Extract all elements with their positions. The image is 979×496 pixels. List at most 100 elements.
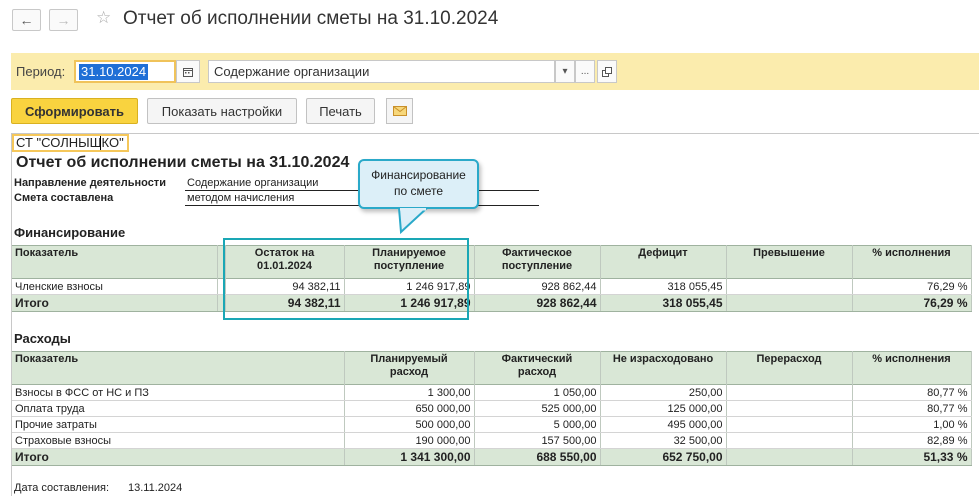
fin-header-balance: Остаток на 01.01.2024 — [225, 245, 345, 279]
footer-date: 13.11.2024 — [128, 482, 183, 494]
cell — [726, 432, 853, 449]
forward-arrow-icon: → — [56, 12, 71, 28]
cell: 1 300,00 — [344, 384, 475, 401]
cell: 125 000,00 — [600, 400, 727, 417]
open-icon — [602, 66, 612, 77]
footer-label: Дата составления: — [14, 482, 110, 494]
cell: Членские взносы — [12, 278, 218, 295]
cell: Итого — [12, 294, 218, 312]
table-row[interactable]: Страховые взносы 190 000,00 157 500,00 3… — [12, 432, 972, 449]
exp-header-actual: Фактический расход — [474, 351, 601, 385]
cell: 650 000,00 — [344, 400, 475, 417]
ellipsis-button[interactable]: ... — [575, 60, 595, 83]
fin-header-excess: Превышение — [726, 245, 853, 279]
meta-label-method: Смета составлена — [14, 192, 114, 204]
cell: Прочие затраты — [12, 416, 345, 433]
cell: 1 246 917,89 — [344, 278, 475, 295]
cell: 94 382,11 — [225, 294, 345, 312]
cell: 928 862,44 — [474, 278, 601, 295]
dropdown-button[interactable]: ▾ — [555, 60, 575, 83]
callout-line: Финансирование — [371, 168, 466, 182]
page-title: Отчет об исполнении сметы на 31.10.2024 — [123, 8, 499, 29]
cell: 1 341 300,00 — [344, 448, 475, 466]
table-row[interactable]: Взносы в ФСС от НС и ПЗ 1 300,00 1 050,0… — [12, 384, 972, 401]
expenses-section-title: Расходы — [14, 331, 71, 346]
cell: 688 550,00 — [474, 448, 601, 466]
send-email-button[interactable] — [386, 98, 413, 124]
fin-header-planned: Планируемое поступление — [344, 245, 475, 279]
calendar-icon — [183, 67, 193, 77]
expenses-table: Показатель Планируемый расход Фактически… — [12, 351, 972, 466]
fin-header-percent: % исполнения — [852, 245, 972, 279]
envelope-icon — [392, 106, 407, 116]
table-row[interactable]: Оплата труда 650 000,00 525 000,00 125 0… — [12, 400, 972, 417]
cell: 928 862,44 — [474, 294, 601, 312]
print-button[interactable]: Печать — [306, 98, 375, 124]
cell: 495 000,00 — [600, 416, 727, 433]
total-row[interactable]: Итого 1 341 300,00 688 550,00 652 750,00… — [12, 448, 972, 466]
cell: Взносы в ФСС от НС и ПЗ — [12, 384, 345, 401]
financing-table: Показатель Остаток на 01.01.2024 Планиру… — [12, 245, 972, 312]
cell: 190 000,00 — [344, 432, 475, 449]
cell: 318 055,45 — [600, 294, 727, 312]
cell: Итого — [12, 448, 345, 466]
cell: Страховые взносы — [12, 432, 345, 449]
back-button[interactable]: ← — [12, 9, 41, 31]
cell: 500 000,00 — [344, 416, 475, 433]
cell — [726, 384, 853, 401]
cell: 250,00 — [600, 384, 727, 401]
table-row[interactable]: Членские взносы 94 382,11 1 246 917,89 9… — [12, 278, 972, 295]
exp-header-percent: % исполнения — [852, 351, 972, 385]
meta-value-method: методом начисления — [187, 192, 295, 204]
generate-button[interactable]: Сформировать — [11, 98, 138, 124]
cell — [726, 416, 853, 433]
star-icon[interactable]: ☆ — [96, 8, 111, 28]
cell: 76,29 % — [852, 294, 972, 312]
dropdown-icon: ▾ — [562, 66, 568, 77]
cell: 80,77 % — [852, 384, 972, 401]
period-date-input[interactable]: 31.10.2024 — [74, 60, 176, 83]
exp-header-indicator: Показатель — [12, 351, 345, 385]
fin-header-spacer — [217, 245, 226, 279]
org-name-cell[interactable]: СТ "СОЛНЫШКО" — [12, 134, 129, 152]
cell — [726, 448, 853, 466]
table-row[interactable]: Прочие затраты 500 000,00 5 000,00 495 0… — [12, 416, 972, 433]
period-date-value: 31.10.2024 — [79, 64, 149, 80]
cell: 1 246 917,89 — [344, 294, 475, 312]
back-arrow-icon: ← — [19, 12, 34, 28]
exp-header-planned: Планируемый расход — [344, 351, 475, 385]
cell — [726, 400, 853, 417]
cell: 1 050,00 — [474, 384, 601, 401]
cell: 525 000,00 — [474, 400, 601, 417]
cell — [217, 294, 226, 312]
fin-header-indicator: Показатель — [12, 245, 218, 279]
cell: 51,33 % — [852, 448, 972, 466]
cell — [726, 294, 853, 312]
forward-button[interactable]: → — [49, 9, 78, 31]
cell: 82,89 % — [852, 432, 972, 449]
text-cursor — [100, 136, 101, 150]
financing-section-title: Финансирование — [14, 225, 126, 240]
cell: 80,77 % — [852, 400, 972, 417]
meta-value-direction: Содержание организации — [187, 177, 319, 189]
report-title: Отчет об исполнении сметы на 31.10.2024 — [16, 154, 350, 171]
callout-tail — [397, 208, 429, 234]
report-top-border — [11, 133, 979, 134]
calendar-button[interactable] — [176, 60, 200, 83]
cell: 157 500,00 — [474, 432, 601, 449]
fin-header-deficit: Дефицит — [600, 245, 727, 279]
period-label: Период: — [16, 64, 66, 79]
open-button[interactable] — [597, 60, 617, 83]
cell — [726, 278, 853, 295]
exp-header-unspent: Не израсходовано — [600, 351, 727, 385]
show-settings-button[interactable]: Показать настройки — [147, 98, 297, 124]
cell: Оплата труда — [12, 400, 345, 417]
cell: 5 000,00 — [474, 416, 601, 433]
fin-header-actual: Фактическое поступление — [474, 245, 601, 279]
callout-note: Финансирование по смете — [358, 159, 479, 209]
ellipsis-icon: ... — [580, 66, 590, 77]
total-row[interactable]: Итого 94 382,11 1 246 917,89 928 862,44 … — [12, 294, 972, 312]
cell: 32 500,00 — [600, 432, 727, 449]
cell — [217, 278, 226, 295]
organization-select[interactable]: Содержание организации — [208, 60, 555, 83]
